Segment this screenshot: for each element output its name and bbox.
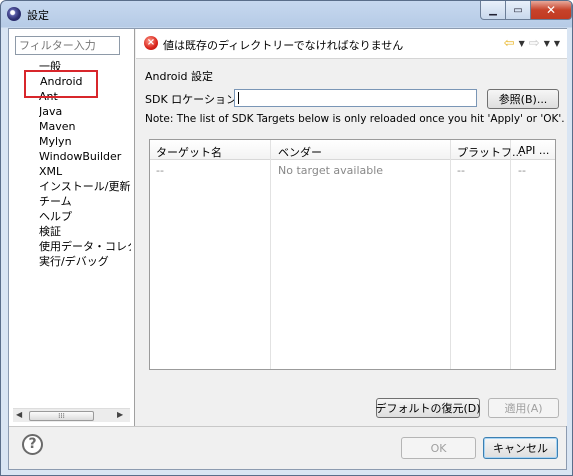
tree-item-help[interactable]: ヘルプ [39,209,131,224]
scroll-right-icon[interactable]: ▶ [117,410,123,419]
help-icon[interactable]: ? [22,434,43,455]
table-cell: -- [457,164,465,177]
forward-dropdown-icon[interactable]: ▼ [544,38,550,49]
tree-item-install-update[interactable]: インストール/更新 [39,179,131,194]
page-title: Android 設定 [145,70,214,83]
horizontal-scrollbar[interactable]: ◀ ⁞⁞⁞ ▶ [13,408,130,422]
tree-item-usage-data[interactable]: 使用データ・コレクタ [39,239,131,254]
preference-page: × 値は既存のディレクトリーでなければなりません ⇦ ▼ ⇨ ▼ ▼ Andro… [136,29,567,426]
preferences-window: 設定 ▁ ▭ ✕ 一般 Android Ant Java Maven Mylyn… [0,0,573,476]
back-dropdown-icon[interactable]: ▼ [519,38,525,49]
tree-item-xml[interactable]: XML [39,164,131,179]
divider [9,426,566,427]
tree-item-mylyn[interactable]: Mylyn [39,134,131,149]
column-header-platform[interactable]: プラットフ... [457,144,523,160]
browse-button[interactable]: 参照(B)... [487,89,559,109]
cancel-button[interactable]: キャンセル [483,437,558,459]
eclipse-icon [7,7,21,21]
column-header-vendor[interactable]: ベンダー [278,144,322,160]
close-button[interactable]: ✕ [530,1,572,20]
tree-item-validation[interactable]: 検証 [39,224,131,239]
sdk-location-label: SDK ロケーション: [145,93,241,106]
dialog-client: 一般 Android Ant Java Maven Mylyn WindowBu… [8,28,567,470]
preferences-tree-panel: 一般 Android Ant Java Maven Mylyn WindowBu… [9,29,135,426]
column-header-api[interactable]: API ... [518,144,549,157]
tree-item-maven[interactable]: Maven [39,119,131,134]
ok-button[interactable]: OK [401,437,476,459]
error-message: 値は既存のディレクトリーでなければなりません [163,39,404,52]
scroll-left-icon[interactable]: ◀ [16,410,22,419]
tree-item-windowbuilder[interactable]: WindowBuilder [39,149,131,164]
maximize-button[interactable]: ▭ [505,1,531,20]
tree-item-java[interactable]: Java [39,104,131,119]
filter-input[interactable] [15,36,120,55]
column-divider [150,140,271,369]
table-cell: -- [518,164,526,177]
view-menu-icon[interactable]: ▼ [554,38,560,49]
selection-highlight-box [24,70,98,98]
page-header: × 値は既存のディレクトリーでなければなりません ⇦ ▼ ⇨ ▼ ▼ [136,29,567,59]
column-header-target-name[interactable]: ターゲット名 [156,144,222,160]
forward-arrow-icon[interactable]: ⇨ [529,37,540,50]
tree-item-run-debug[interactable]: 実行/デバッグ [39,254,131,269]
back-arrow-icon[interactable]: ⇦ [504,37,515,50]
table-cell: -- [156,164,164,177]
title-bar: 設定 ▁ ▭ ✕ [1,1,572,28]
minimize-button[interactable]: ▁ [480,1,506,20]
history-nav: ⇦ ▼ ⇨ ▼ ▼ [504,37,560,50]
sdk-targets-table[interactable]: ターゲット名 ベンダー プラットフ... API ... -- No targe… [149,139,556,370]
table-cell: No target available [278,164,384,177]
restore-defaults-button[interactable]: デフォルトの復元(D) [375,398,481,418]
window-title: 設定 [27,9,49,22]
sdk-note: Note: The list of SDK Targets below is o… [145,113,565,125]
apply-button[interactable]: 適用(A) [488,398,559,418]
error-icon: × [144,36,158,50]
scrollbar-thumb[interactable]: ⁞⁞⁞ [29,411,94,421]
sdk-location-input[interactable] [234,89,477,107]
tree-item-team[interactable]: チーム [39,194,131,209]
